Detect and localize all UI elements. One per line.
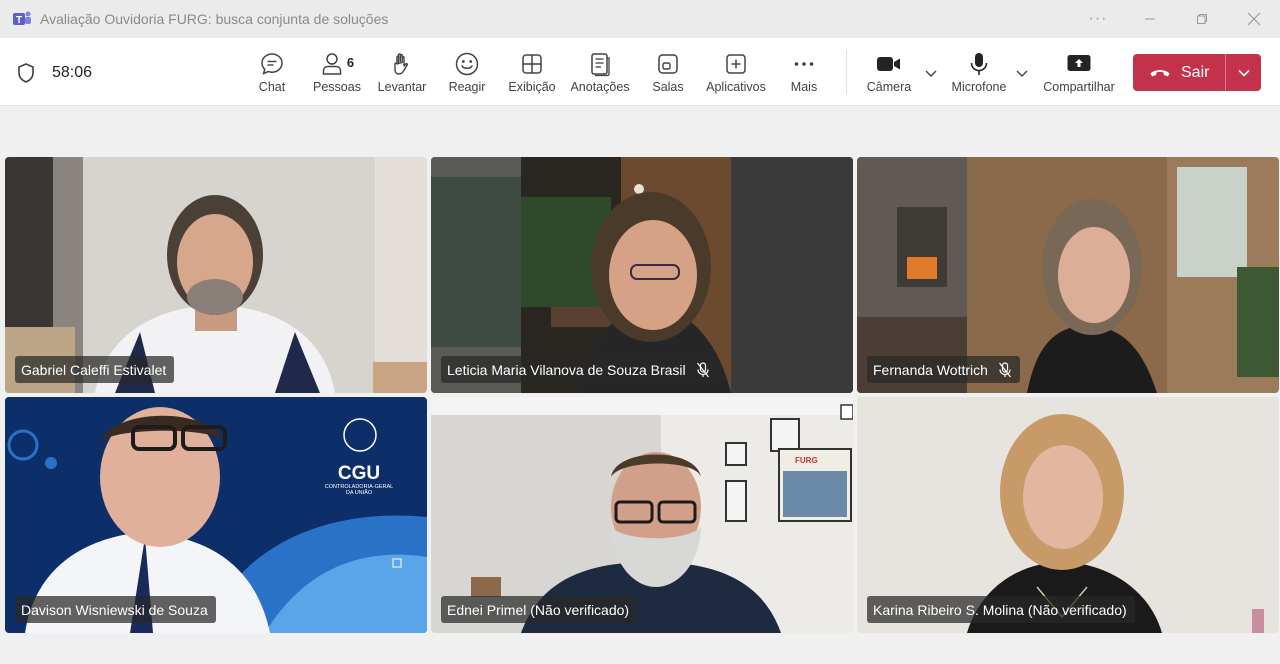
chat-button[interactable]: Chat [254, 50, 290, 94]
share-button[interactable]: Compartilhar [1040, 50, 1118, 94]
people-icon [322, 53, 342, 75]
teams-logo-icon: T [13, 11, 31, 26]
microphone-icon [970, 53, 988, 75]
camera-button[interactable]: Câmera [864, 50, 914, 94]
more-button[interactable]: Mais [786, 50, 822, 94]
video-tile[interactable]: Gabriel Caleffi Estivalet [5, 157, 427, 393]
phone-hangup-icon [1150, 69, 1170, 76]
participant-name-tag: Fernanda Wottrich [867, 356, 1020, 383]
minimize-button[interactable] [1124, 0, 1176, 38]
participant-name: Karina Ribeiro S. Molina (Não verificado… [873, 601, 1127, 618]
video-tile[interactable]: Leticia Maria Vilanova de Souza Brasil [431, 157, 853, 393]
shield-icon[interactable] [16, 62, 36, 84]
close-icon [1247, 12, 1261, 26]
participant-name-tag: Karina Ribeiro S. Molina (Não verificado… [867, 596, 1135, 623]
more-icon [794, 62, 814, 66]
raise-hand-label: Levantar [377, 80, 427, 94]
camera-label: Câmera [866, 80, 912, 94]
video-tile[interactable]: CGU CONTROLADORIA-GERAL DA UNIÃO Davison… [5, 397, 427, 633]
window-title: Avaliação Ouvidoria FURG: busca conjunta… [40, 11, 389, 27]
participant-name: Leticia Maria Vilanova de Souza Brasil [447, 361, 686, 378]
restore-icon [1197, 14, 1207, 24]
react-button[interactable]: Reagir [446, 50, 488, 94]
rooms-button[interactable]: Salas [648, 50, 688, 94]
participant-name: Ednei Primel (Não verificado) [447, 601, 630, 618]
participant-name: Gabriel Caleffi Estivalet [21, 361, 167, 378]
minimize-icon [1145, 18, 1155, 20]
more-glyph: ··· [1088, 10, 1108, 27]
more-options-button[interactable]: ··· [1072, 0, 1124, 38]
share-label: Compartilhar [1043, 80, 1115, 94]
participant-name: Fernanda Wottrich [873, 361, 988, 378]
video-tile[interactable]: Fernanda Wottrich [857, 157, 1279, 393]
people-count: 6 [346, 54, 355, 70]
meeting-timer: 58:06 [52, 64, 93, 81]
rooms-icon [658, 54, 678, 74]
microphone-options-chevron-down-icon[interactable] [1015, 66, 1029, 80]
people-label: Pessoas [313, 80, 361, 94]
leave-button[interactable]: Sair [1133, 54, 1261, 91]
leave-main[interactable]: Sair [1133, 54, 1225, 91]
restore-button[interactable] [1176, 0, 1228, 38]
react-icon [455, 52, 479, 76]
participant-name-tag: Leticia Maria Vilanova de Souza Brasil [441, 356, 718, 383]
view-label: Exibição [508, 80, 556, 94]
title-bar: T Avaliação Ouvidoria FURG: busca conjun… [0, 0, 1280, 38]
toolbar-divider [846, 50, 847, 94]
meeting-toolbar: 58:06 Chat 6 Pessoas Levantar Reagir Exi… [0, 38, 1280, 106]
participant-name-tag: Ednei Primel (Não verificado) [441, 596, 638, 623]
mic-off-icon [696, 361, 710, 378]
camera-options-chevron-down-icon[interactable] [924, 66, 938, 80]
share-icon [1067, 55, 1091, 71]
close-button[interactable] [1228, 0, 1280, 38]
apps-icon [726, 54, 746, 74]
notes-label: Anotações [570, 80, 630, 94]
svg-text:T: T [16, 15, 22, 26]
leave-label: Sair [1181, 63, 1210, 81]
view-button[interactable]: Exibição [507, 50, 557, 94]
participant-name-tag: Gabriel Caleffi Estivalet [15, 356, 175, 383]
react-label: Reagir [448, 80, 486, 94]
notes-button[interactable]: Anotações [568, 50, 632, 94]
people-button[interactable]: 6 Pessoas [312, 50, 362, 94]
microphone-label: Microfone [951, 80, 1007, 94]
microphone-button[interactable]: Microfone [946, 50, 1012, 94]
participant-name: Davison Wisniewski de Souza [21, 601, 208, 618]
participant-name-tag: Davison Wisniewski de Souza [15, 596, 216, 623]
rooms-label: Salas [652, 80, 684, 94]
camera-icon [877, 57, 900, 71]
cgu-subtitle-line-2: DA UNIÃO [346, 489, 373, 496]
notes-icon [591, 53, 610, 77]
leave-options[interactable] [1226, 66, 1261, 80]
apps-label: Aplicativos [706, 80, 766, 94]
chevron-down-icon [1237, 69, 1250, 77]
chat-label: Chat [258, 80, 286, 94]
view-icon [522, 54, 542, 74]
video-tile[interactable]: FURG Ednei Primel (Não verificado) [431, 397, 853, 633]
chat-icon [261, 53, 283, 75]
raise-hand-icon [394, 53, 409, 75]
poster-text: FURG [795, 456, 818, 465]
apps-button[interactable]: Aplicativos [703, 50, 769, 94]
cgu-logo-text: CGU [338, 463, 380, 484]
more-label: Mais [790, 80, 818, 94]
video-tile[interactable]: Karina Ribeiro S. Molina (Não verificado… [857, 397, 1279, 633]
mic-off-icon [998, 361, 1012, 378]
raise-hand-button[interactable]: Levantar [375, 50, 429, 94]
